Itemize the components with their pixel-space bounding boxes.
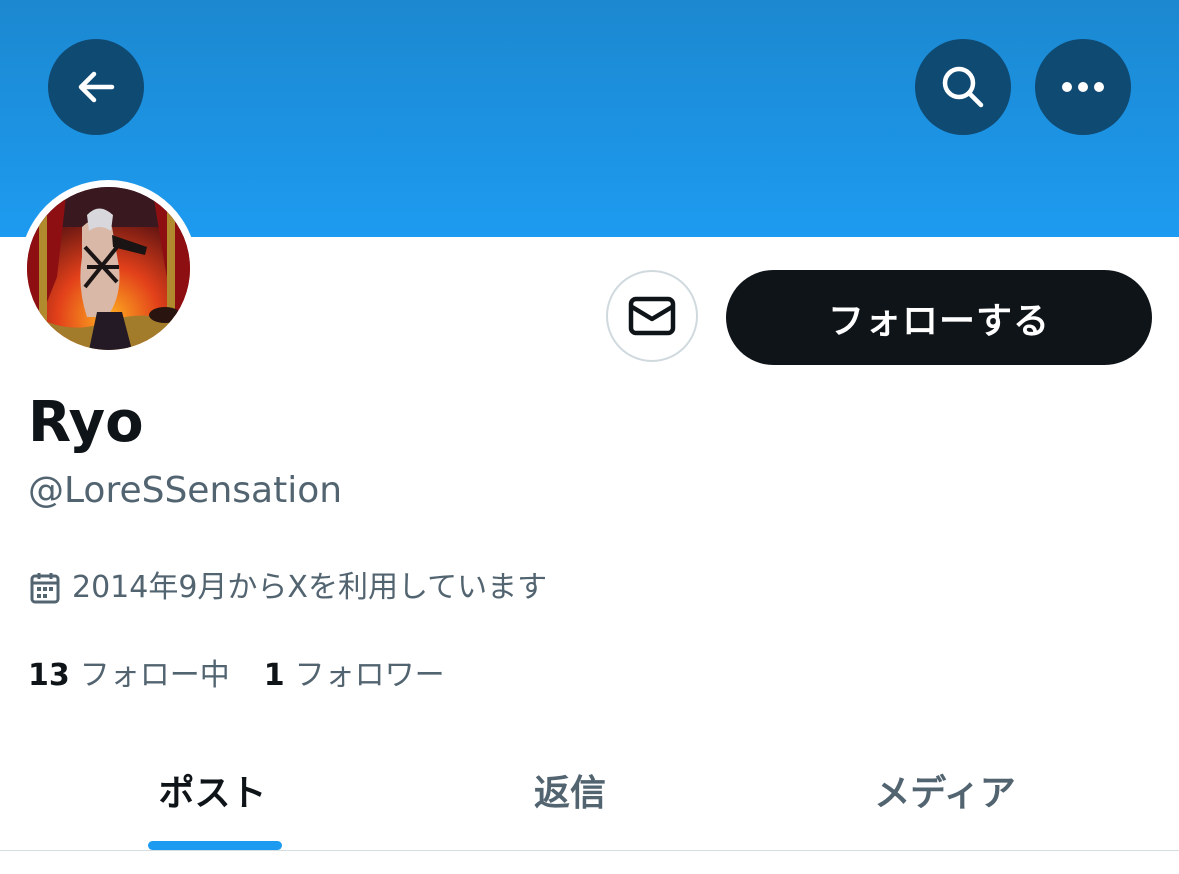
mail-icon <box>628 296 676 336</box>
search-button[interactable] <box>915 39 1011 135</box>
avatar-frame <box>20 180 197 357</box>
profile-tabs: ポスト 返信 メディア <box>0 730 1179 850</box>
joined-text: 2014年9月からXを利用しています <box>72 570 548 605</box>
followers-count: 1 <box>263 658 285 693</box>
tab-replies[interactable]: 返信 <box>420 730 720 850</box>
avatar[interactable] <box>27 187 190 350</box>
arrow-left-icon <box>78 71 115 103</box>
follow-button[interactable]: フォローする <box>726 270 1152 365</box>
user-handle: @LoreSSensation <box>28 470 343 511</box>
display-name: Ryo <box>28 390 144 455</box>
followers-label: フォロワー <box>294 658 445 693</box>
more-horizontal-icon <box>1062 82 1104 92</box>
following-count: 13 <box>28 658 70 693</box>
message-button[interactable] <box>606 270 698 362</box>
calendar-icon <box>30 573 60 604</box>
more-button[interactable] <box>1035 39 1131 135</box>
tab-posts[interactable]: ポスト <box>60 730 365 850</box>
tabs-divider <box>0 850 1179 851</box>
active-tab-indicator <box>148 841 282 850</box>
back-button[interactable] <box>48 39 144 135</box>
search-icon <box>942 66 984 108</box>
following-label: フォロー中 <box>79 658 230 693</box>
followers-stat[interactable]: 1 フォロワー <box>264 656 445 696</box>
follow-stats: 13 フォロー中 1 フォロワー <box>28 656 479 696</box>
following-stat[interactable]: 13 フォロー中 <box>28 656 230 696</box>
profile-banner <box>0 0 1179 237</box>
tab-media[interactable]: メディア <box>795 730 1095 850</box>
joined-date: 2014年9月からXを利用しています <box>30 568 547 608</box>
follow-button-label: フォローする <box>827 300 1050 342</box>
